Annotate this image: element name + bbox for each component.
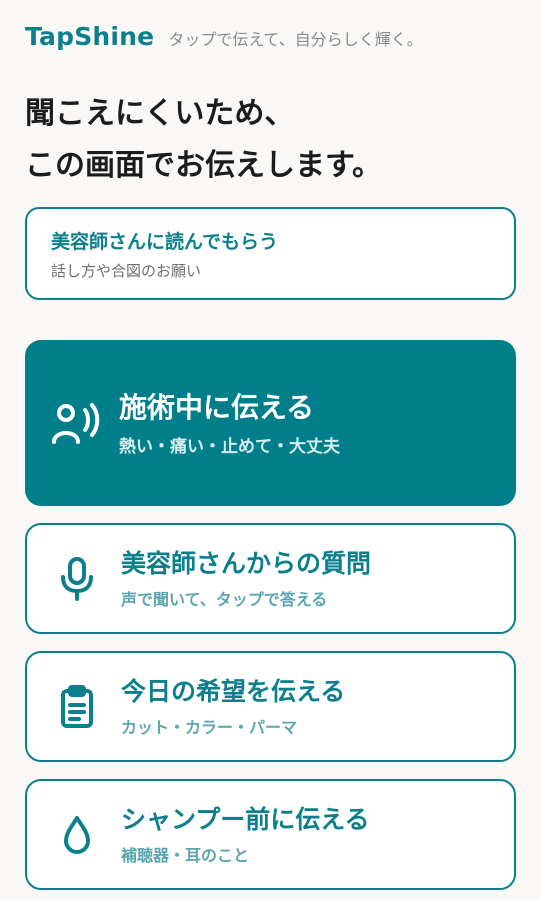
stylist-questions-title: 美容師さんからの質問 <box>121 548 372 578</box>
todays-wishes-subtitle: カット・カラー・パーマ <box>121 717 298 737</box>
before-shampoo-button[interactable]: シャンプー前に伝える 補聴器・耳のこと <box>25 779 516 890</box>
stylist-questions-subtitle: 声で聞いて、タップで答える <box>121 589 328 609</box>
todays-wishes-button[interactable]: 今日の希望を伝える カット・カラー・パーマ <box>25 651 516 762</box>
todays-wishes-title: 今日の希望を伝える <box>121 676 346 706</box>
during-treatment-subtitle: 熱い・痛い・止めて・大丈夫 <box>119 436 340 457</box>
during-treatment-title: 施術中に伝える <box>119 390 315 424</box>
person-speaking-icon <box>49 397 101 449</box>
read-by-stylist-button[interactable]: 美容師さんに読んでもらう 話し方や合図のお願い <box>25 207 516 300</box>
water-drop-icon <box>51 809 103 861</box>
read-by-stylist-subtitle: 話し方や合図のお願い <box>51 262 202 280</box>
read-by-stylist-title: 美容師さんに読んでもらう <box>51 231 279 253</box>
app-header: TapShine タップで伝えて、自分らしく輝く。 <box>25 22 423 51</box>
headline-line-2: この画面でお伝えします。 <box>25 148 382 183</box>
before-shampoo-subtitle: 補聴器・耳のこと <box>121 845 250 865</box>
microphone-icon <box>51 553 103 605</box>
headline-line-1: 聞こえにくいため、 <box>25 96 295 131</box>
brand-logo: TapShine <box>25 22 155 51</box>
during-treatment-button[interactable]: 施術中に伝える 熱い・痛い・止めて・大丈夫 <box>25 340 516 506</box>
before-shampoo-title: シャンプー前に伝える <box>121 804 370 834</box>
stylist-questions-button[interactable]: 美容師さんからの質問 声で聞いて、タップで答える <box>25 523 516 634</box>
page-headline: 聞こえにくいため、 この画面でお伝えします。 <box>25 88 515 192</box>
clipboard-icon <box>51 681 103 733</box>
brand-tagline: タップで伝えて、自分らしく輝く。 <box>168 30 423 49</box>
